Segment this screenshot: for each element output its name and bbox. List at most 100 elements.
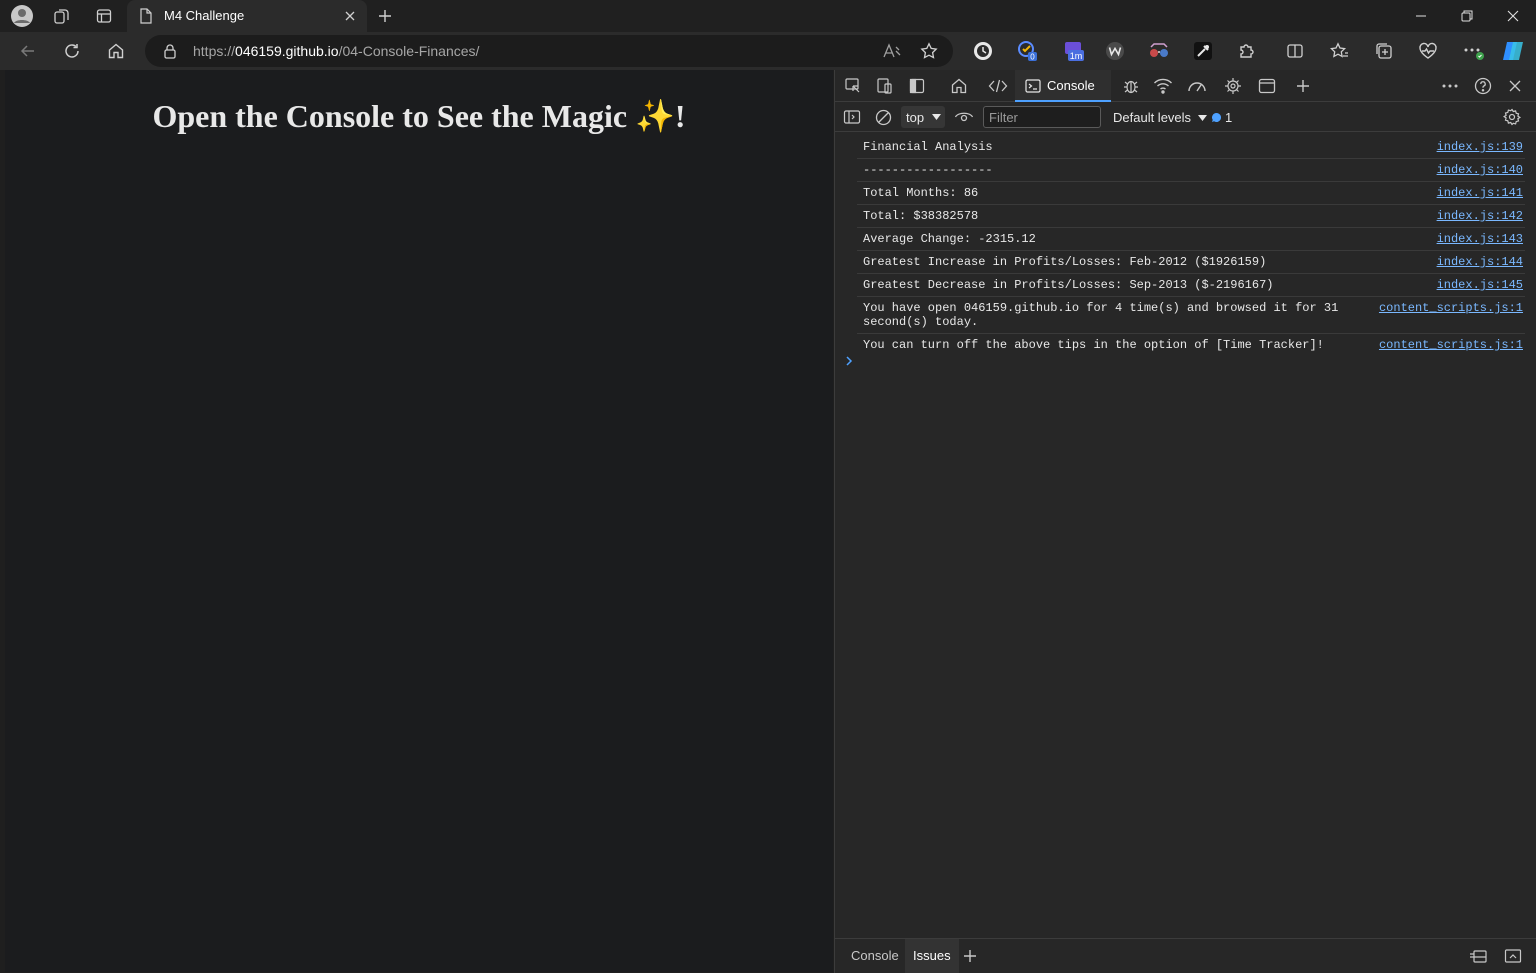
issues-counter[interactable]: 1 (1211, 110, 1232, 125)
log-levels-dropdown[interactable]: Default levels (1113, 110, 1207, 125)
lock-icon[interactable] (163, 43, 177, 59)
refresh-icon[interactable] (57, 37, 87, 65)
console-message-text: Average Change: -2315.12 (863, 232, 1036, 246)
drawer-tab-issues[interactable]: Issues (905, 939, 959, 973)
issues-count-value: 1 (1225, 110, 1233, 125)
source-link[interactable]: index.js:139 (1437, 140, 1523, 154)
collections-icon[interactable] (1372, 39, 1396, 63)
url-text: https://046159.github.io/04-Console-Fina… (193, 43, 480, 59)
browser-tab[interactable]: M4 Challenge (127, 0, 367, 32)
show-sidebar-icon[interactable] (843, 109, 861, 125)
console-message: You have open 046159.github.io for 4 tim… (857, 297, 1525, 334)
devtools-panel: Console top Filter Default levels 1 Fina… (834, 70, 1536, 973)
source-link[interactable]: index.js:145 (1437, 278, 1523, 292)
console-message: Total: $38382578 index.js:142 (857, 205, 1525, 228)
tab-title: M4 Challenge (164, 8, 245, 23)
source-link[interactable]: index.js:143 (1437, 232, 1523, 246)
console-icon (1025, 79, 1041, 93)
console-settings-gear-icon[interactable] (1503, 108, 1521, 126)
vertical-tabs-icon[interactable] (91, 4, 117, 28)
svg-text:1m: 1m (1070, 51, 1083, 61)
page-icon (139, 8, 153, 24)
application-panel-icon[interactable] (1255, 75, 1279, 97)
source-link[interactable]: index.js:141 (1437, 186, 1523, 200)
close-drawer-icon[interactable] (1504, 948, 1522, 964)
close-window-icon[interactable] (1490, 0, 1536, 32)
settings-and-more-icon[interactable] (1462, 39, 1486, 63)
browser-essentials-icon[interactable] (1416, 39, 1440, 63)
console-message: ------------------ index.js:140 (857, 159, 1525, 182)
more-tools-plus-icon[interactable] (1291, 75, 1315, 97)
close-tab-icon[interactable] (343, 9, 357, 23)
prompt-chevron-icon (846, 356, 853, 366)
context-select[interactable]: top (901, 106, 945, 128)
console-filter-input[interactable] (983, 106, 1101, 128)
dropdown-arrow-icon (932, 114, 941, 120)
console-prompt[interactable] (845, 355, 853, 367)
source-link[interactable]: content_scripts.js:1 (1379, 338, 1523, 352)
console-message-text: Total: $38382578 (863, 209, 979, 223)
live-expression-eye-icon[interactable] (954, 110, 974, 124)
log-levels-label: Default levels (1113, 110, 1192, 125)
source-link[interactable]: index.js:140 (1437, 163, 1523, 177)
memory-chip-icon[interactable] (1221, 75, 1245, 97)
page-heading: Open the Console to See the Magic ✨! (152, 98, 686, 134)
console-message: Average Change: -2315.12 index.js:143 (857, 228, 1525, 251)
console-filter-bar: top Default levels 1 (835, 102, 1536, 132)
performance-gauge-icon[interactable] (1185, 75, 1209, 97)
inspect-element-icon[interactable] (841, 75, 865, 97)
restore-icon[interactable] (1444, 0, 1490, 32)
debugger-bug-icon[interactable] (1119, 75, 1143, 97)
profile-avatar-icon[interactable] (9, 4, 35, 28)
tab-console[interactable]: Console (1015, 70, 1111, 102)
address-bar[interactable]: https://046159.github.io/04-Console-Fina… (145, 35, 953, 67)
dock-drawer-icon[interactable] (1469, 948, 1487, 964)
network-wifi-icon[interactable] (1151, 75, 1175, 97)
console-tab-label: Console (1047, 78, 1095, 93)
tracker-extension-icon[interactable] (971, 39, 995, 63)
console-messages: Financial Analysis index.js:139 ---------… (835, 136, 1536, 356)
elements-tab-icon[interactable] (986, 75, 1010, 97)
toggle-sidebar-icon[interactable] (905, 75, 929, 97)
home-icon[interactable] (101, 37, 131, 65)
navigation-bar: https://046159.github.io/04-Console-Fina… (0, 32, 1536, 70)
console-message-text: Greatest Decrease in Profits/Losses: Sep… (863, 278, 1274, 292)
console-message-text: Total Months: 86 (863, 186, 979, 200)
console-message-text: Greatest Increase in Profits/Losses: Feb… (863, 255, 1267, 269)
eyedropper-extension-icon[interactable] (1191, 39, 1215, 63)
timer-extension-icon[interactable]: 1m (1062, 39, 1086, 63)
wordtune-extension-icon[interactable] (1103, 39, 1127, 63)
console-message: You can turn off the above tips in the o… (857, 334, 1525, 356)
minimize-icon[interactable] (1398, 0, 1444, 32)
checklist-extension-icon[interactable]: 0 (1016, 39, 1040, 63)
add-drawer-tab-icon[interactable] (962, 948, 978, 964)
new-tab-icon[interactable] (372, 4, 398, 28)
copilot-icon[interactable] (1501, 39, 1525, 63)
favorite-star-icon[interactable] (920, 42, 938, 60)
customize-more-icon[interactable] (1438, 75, 1462, 97)
devtools-toolbar: Console (835, 70, 1536, 102)
back-icon[interactable] (13, 37, 43, 65)
read-aloud-icon[interactable] (882, 42, 902, 60)
glasses-extension-icon[interactable] (1147, 39, 1171, 63)
drawer-tab-console[interactable]: Console (843, 939, 907, 973)
svg-text:0: 0 (1030, 53, 1035, 62)
context-select-value: top (906, 110, 925, 125)
source-link[interactable]: index.js:142 (1437, 209, 1523, 223)
console-message-text: ------------------ (863, 163, 993, 177)
favorites-icon[interactable] (1328, 39, 1352, 63)
devtools-drawer: Console Issues (835, 938, 1536, 973)
device-emulation-icon[interactable] (873, 75, 897, 97)
split-screen-icon[interactable] (1283, 39, 1307, 63)
console-message: Greatest Increase in Profits/Losses: Feb… (857, 251, 1525, 274)
workspaces-icon[interactable] (49, 4, 75, 28)
console-message: Greatest Decrease in Profits/Losses: Sep… (857, 274, 1525, 297)
puzzle-extensions-icon[interactable] (1235, 39, 1259, 63)
clear-console-icon[interactable] (875, 109, 892, 126)
source-link[interactable]: content_scripts.js:1 (1379, 301, 1523, 315)
dropdown-arrow-icon (1197, 115, 1207, 121)
close-devtools-icon[interactable] (1503, 75, 1527, 97)
help-icon[interactable] (1471, 75, 1495, 97)
source-link[interactable]: index.js:144 (1437, 255, 1523, 269)
welcome-home-icon[interactable] (947, 75, 971, 97)
